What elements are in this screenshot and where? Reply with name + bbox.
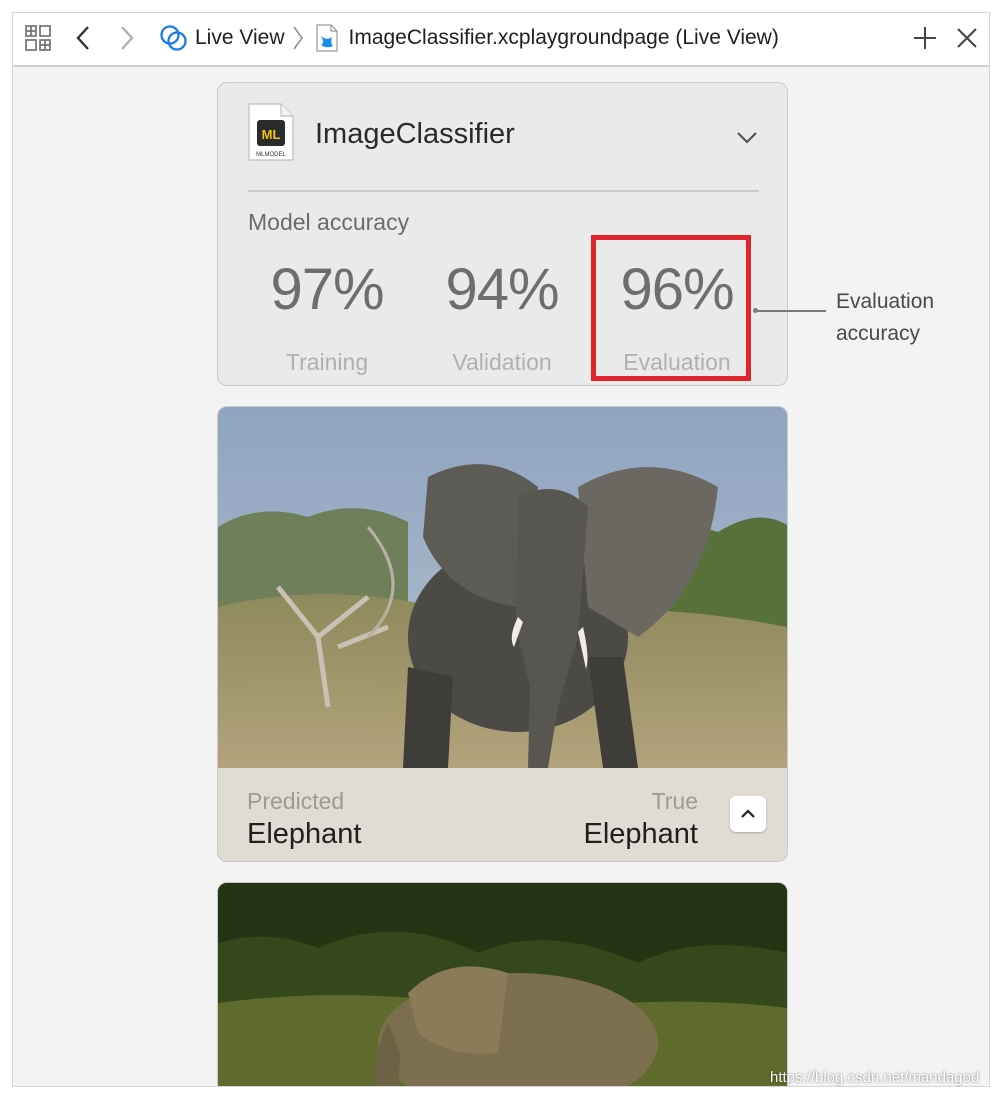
metric-label: Training <box>285 349 369 375</box>
chevron-down-icon <box>737 132 757 144</box>
breadcrumb-item-live-view[interactable]: Live View <box>159 23 285 53</box>
watermark: https://blog.csdn.net/mandagod <box>770 1069 980 1086</box>
metric-value: 94% <box>445 257 559 322</box>
swift-file-icon <box>315 24 338 52</box>
collapse-button[interactable] <box>736 131 758 150</box>
callout-line-2: accuracy <box>836 322 921 345</box>
breadcrumb: Live View ImageClassifier.xcplaygroundpa… <box>159 23 779 53</box>
callout-line <box>754 310 826 312</box>
callout-line-1: Evaluation <box>836 290 935 313</box>
second-image-card <box>217 882 788 1086</box>
breadcrumb-label-live-view: Live View <box>195 26 285 49</box>
divider <box>248 190 759 192</box>
expand-button[interactable] <box>730 796 766 832</box>
live-view-content: ML MLMODEL ImageClassifier Model accurac… <box>13 67 989 1086</box>
true-value: Elephant <box>583 818 699 850</box>
breadcrumb-item-page[interactable]: ImageClassifier.xcplaygroundpage (Live V… <box>315 24 779 52</box>
model-name: ImageClassifier <box>315 118 515 150</box>
metric-validation: 94% Validation <box>417 261 587 376</box>
close-icon <box>957 28 977 48</box>
prediction-caption: Predicted Elephant True Elephant <box>218 768 787 861</box>
prediction-card: Predicted Elephant True Elephant <box>217 406 788 862</box>
grid-icon[interactable] <box>25 23 51 53</box>
add-button[interactable] <box>913 23 937 53</box>
callout-label: Evaluation accuracy <box>836 286 934 350</box>
back-button[interactable] <box>75 23 91 53</box>
evaluation-highlight-box <box>591 235 751 381</box>
mlmodel-icon-subtext: MLMODEL <box>256 152 286 158</box>
elephant-photo-2 <box>218 883 787 1086</box>
predicted-label: Predicted <box>247 788 345 814</box>
breadcrumb-separator-icon <box>292 26 303 50</box>
metric-value: 97% <box>270 257 384 322</box>
mlmodel-icon-text: ML <box>262 127 281 142</box>
plus-icon <box>914 27 936 49</box>
toolbar: Live View ImageClassifier.xcplaygroundpa… <box>13 13 989 67</box>
elephant-photo <box>218 407 787 768</box>
chevron-left-icon <box>76 26 89 50</box>
live-view-window: Live View ImageClassifier.xcplaygroundpa… <box>12 12 990 1087</box>
forward-button[interactable] <box>119 23 135 53</box>
mlmodel-icon: ML MLMODEL <box>248 103 294 161</box>
callout-dot <box>753 308 758 313</box>
close-button[interactable] <box>956 23 978 53</box>
breadcrumb-label-page: ImageClassifier.xcplaygroundpage (Live V… <box>348 26 779 49</box>
true-label: True <box>651 788 698 814</box>
predicted-value: Elephant <box>247 818 362 850</box>
chevron-up-icon <box>741 809 755 818</box>
metric-label: Validation <box>452 349 552 375</box>
model-accuracy-label: Model accuracy <box>248 209 410 235</box>
metric-training: 97% Training <box>242 261 412 376</box>
chevron-right-icon <box>121 26 134 50</box>
live-view-icon <box>160 25 187 51</box>
